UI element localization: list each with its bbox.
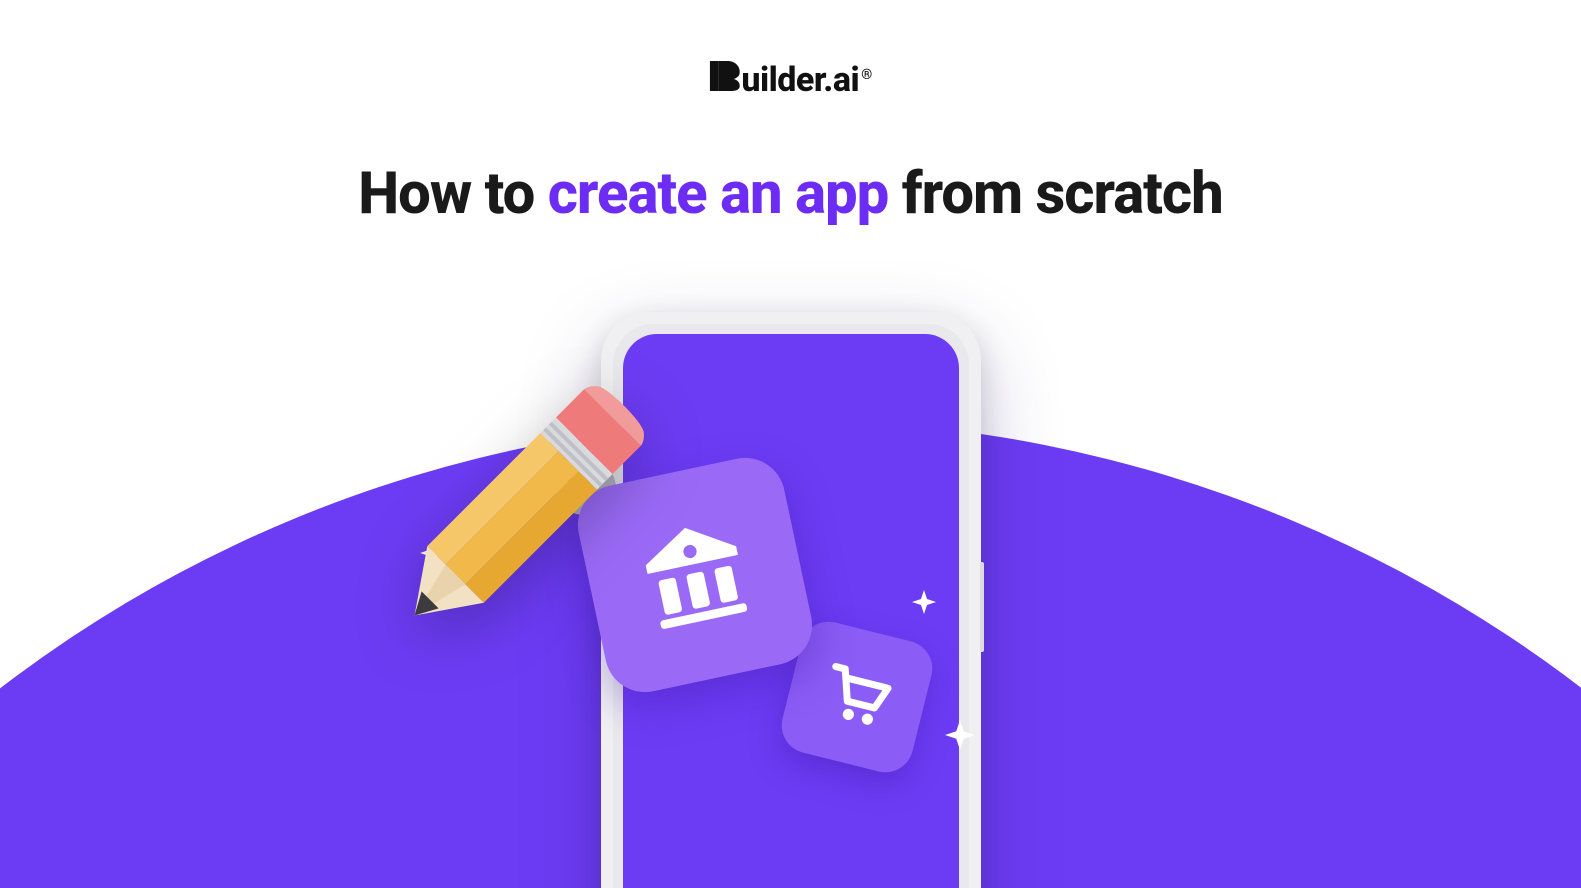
logo-text: uilder.ai (741, 60, 859, 100)
cart-icon (814, 653, 900, 742)
headline-post: from scratch (888, 160, 1222, 228)
brand-logo: uilder.ai ® (709, 60, 871, 100)
sparkle-icon (912, 590, 936, 614)
headline-pre: How to (358, 160, 547, 228)
logo-registered: ® (861, 67, 872, 83)
pencil-icon (350, 360, 670, 680)
sparkle-icon (945, 720, 975, 750)
headline-accent: create an app (548, 160, 889, 228)
headline: How to create an app from scratch (0, 160, 1581, 228)
hero-banner: uilder.ai ® How to create an app from sc… (0, 0, 1581, 888)
phone-side-button (980, 562, 984, 652)
logo-b-icon (709, 61, 739, 91)
headline-text: How to create an app from scratch (0, 160, 1581, 228)
